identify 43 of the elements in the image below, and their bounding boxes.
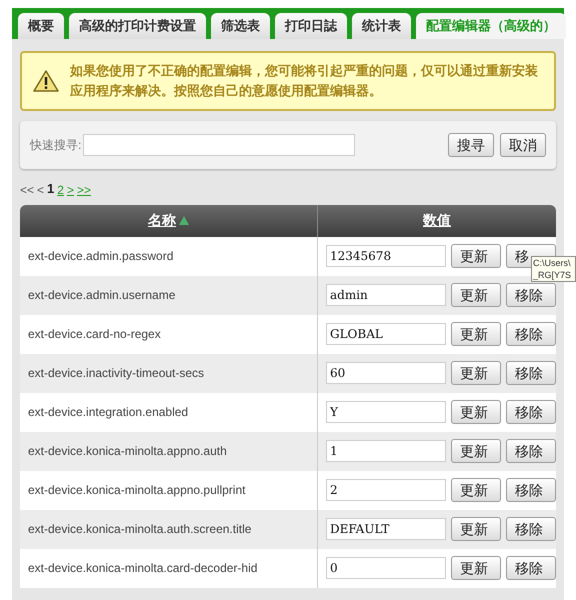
remove-button[interactable]: 移除 (506, 439, 556, 463)
remove-button[interactable]: 移除 (506, 400, 556, 424)
page-nav: < (37, 182, 44, 198)
search-button[interactable]: 搜寻 (448, 133, 494, 157)
search-label: 快速搜寻: (30, 137, 82, 154)
tab[interactable]: 统计表 (352, 13, 411, 39)
update-button[interactable]: 更新 (451, 478, 501, 502)
tab[interactable]: 概要 (18, 13, 64, 39)
value-field[interactable]: 0 (326, 557, 446, 579)
value-field[interactable]: DEFAULT (326, 518, 446, 540)
remove-button[interactable]: 移除 (506, 322, 556, 346)
value-field[interactable]: 60 (326, 362, 446, 384)
update-button[interactable]: 更新 (451, 400, 501, 424)
update-button[interactable]: 更新 (451, 439, 501, 463)
remove-button[interactable]: 移除 (506, 283, 556, 307)
value-field[interactable]: GLOBAL (326, 323, 446, 345)
update-button[interactable]: 更新 (451, 361, 501, 385)
update-button[interactable]: 更新 (451, 244, 501, 268)
remove-button[interactable]: 移除 (506, 478, 556, 502)
update-button[interactable]: 更新 (451, 283, 501, 307)
value-field[interactable]: 2 (326, 479, 446, 501)
tab[interactable]: 打印日誌 (275, 13, 347, 39)
search-field[interactable] (83, 134, 356, 156)
remove-button[interactable]: 移除 (506, 361, 556, 385)
tab[interactable]: 高级的打印计费设置 (69, 13, 206, 39)
cancel-button[interactable]: 取消 (500, 133, 546, 157)
value-field[interactable]: admin (326, 284, 446, 306)
remove-button[interactable]: 移除 (506, 556, 556, 580)
page-nav: << (20, 182, 34, 198)
warning-icon (32, 69, 60, 93)
value-field[interactable]: 1 (326, 440, 446, 462)
value-field[interactable]: Y (326, 401, 446, 423)
update-button[interactable]: 更新 (451, 517, 501, 541)
value-field[interactable]: 12345678 (326, 245, 446, 267)
column-header[interactable]: 数值 (318, 204, 556, 236)
current-page: 1 (47, 180, 54, 198)
update-button[interactable]: 更新 (451, 322, 501, 346)
warning-text: 如果您使用了不正确的配置编辑，您可能将引起严重的问题，仅可以通过重新安装应用程序来解决。按照您自己的意愿使用配置编辑器。 (70, 62, 539, 100)
table-cell: ext-device.konica-minolta.card-decoder-hid (20, 548, 318, 588)
tooltip: C:\Users\ _RG[Y7S (531, 256, 576, 282)
update-button[interactable]: 更新 (451, 556, 501, 580)
remove-button[interactable]: 移除 (506, 517, 556, 541)
tab[interactable]: 筛选表 (211, 13, 270, 39)
